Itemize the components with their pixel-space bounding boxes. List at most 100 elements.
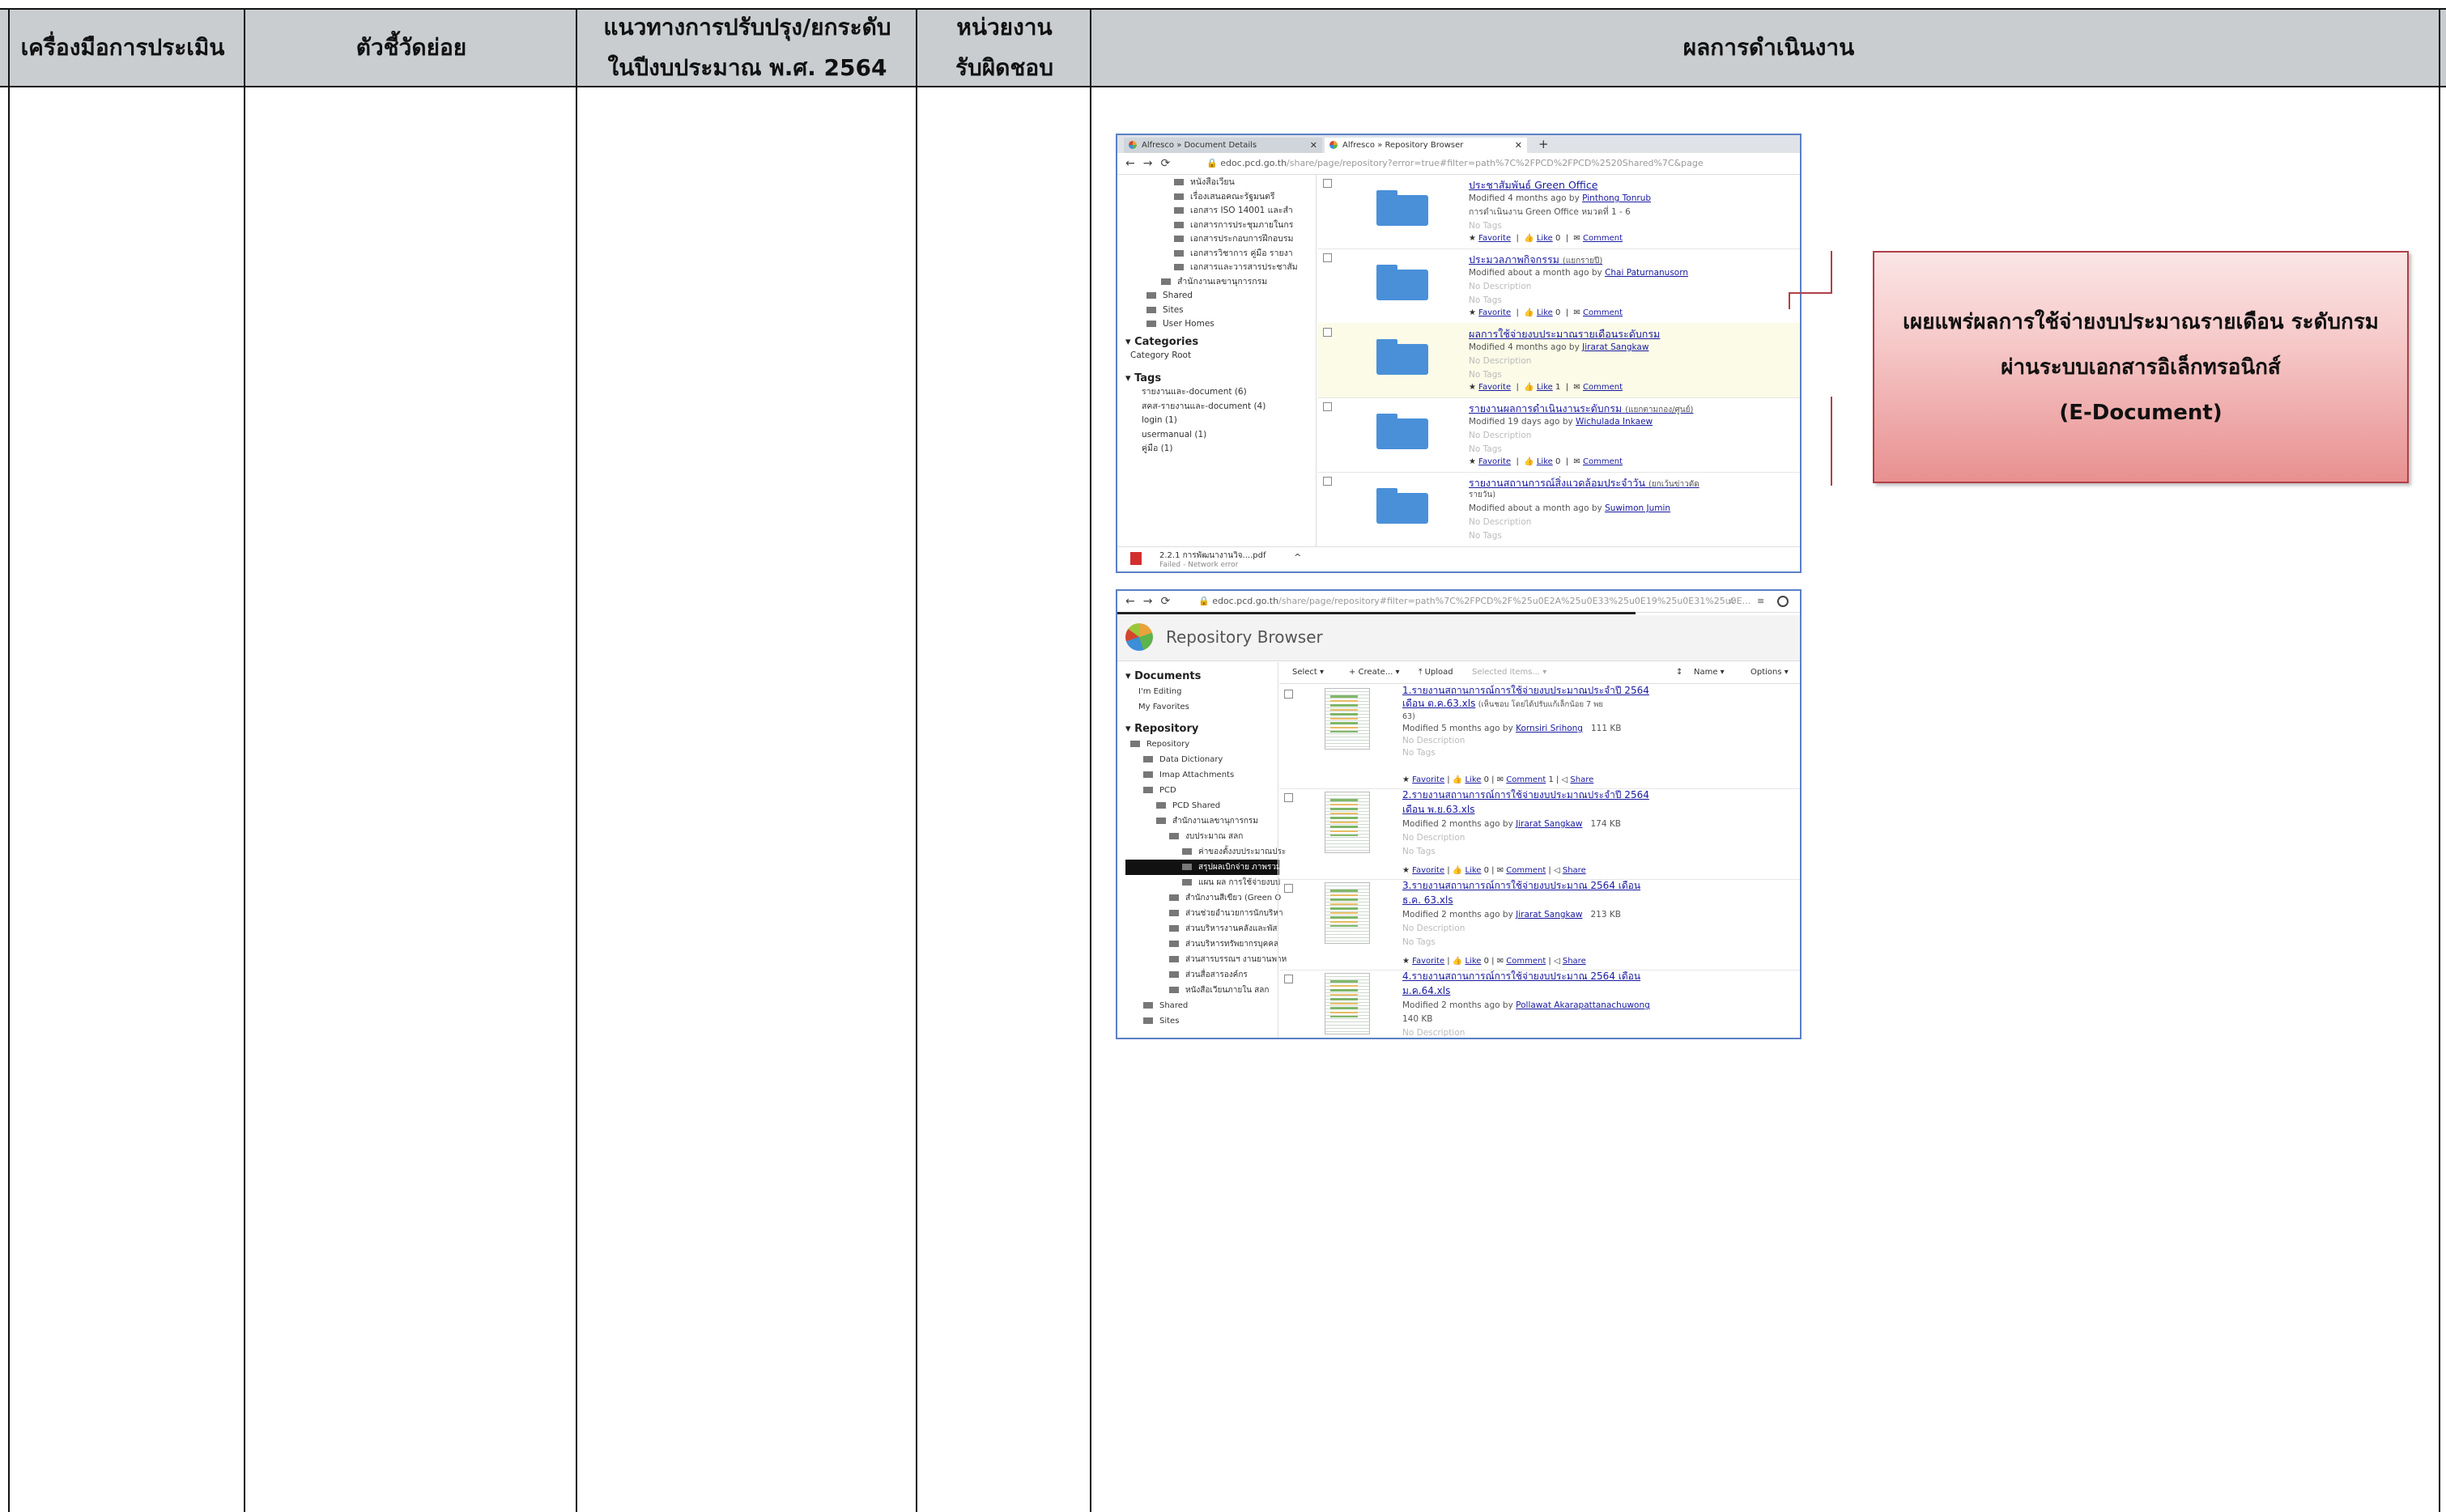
sort-menu[interactable]: Name ▾ [1694, 662, 1725, 683]
item-meta: รายวัน) Modified about a month ago by Suw… [1469, 491, 1671, 541]
documents-heading[interactable]: ▾ Documents [1125, 669, 1279, 684]
list-item[interactable]: 1.รายงานสถานการณ์การใช้จ่ายงบประมาณประจำ… [1279, 685, 1800, 789]
nav-buttons-icon[interactable]: ←→⟳ [1125, 153, 1178, 174]
item-actions[interactable]: ★ Favorite | 👍 Like 0 | ✉ Comment | ◁ Sh… [1402, 957, 1586, 966]
row-checkbox[interactable] [1323, 328, 1332, 337]
tree-item[interactable]: My Favorites [1125, 699, 1279, 715]
row-checkbox[interactable] [1284, 975, 1293, 983]
address-bar[interactable]: ←→⟳ 🔒 edoc.pcd.go.th/share/page/reposito… [1117, 591, 1800, 613]
list-item[interactable]: 3.รายงานสถานการณ์การใช้จ่ายงบประมาณ 2564… [1279, 879, 1800, 970]
tag-item[interactable]: usermanual (1) [1125, 428, 1320, 443]
tree-item[interactable]: เอกสารประกอบการฝึกอบรม [1125, 232, 1320, 247]
row-checkbox[interactable] [1284, 690, 1293, 699]
tree-item[interactable]: ส่วนบริหารทรัพยากรบุคคล [1125, 937, 1279, 952]
tree-item[interactable]: ค่าของตั้งงบประมาณประ [1125, 844, 1286, 860]
tab-repository-browser[interactable]: Alfresco » Repository Browser ✕ [1325, 138, 1527, 153]
tree-item[interactable]: User Homes [1125, 317, 1320, 332]
item-actions[interactable]: ★ Favorite | 👍 Like 0 | ✉ Comment [1469, 457, 1623, 466]
item-actions[interactable]: ★ Favorite | 👍 Like 0 | ✉ Comment [1469, 234, 1623, 243]
tree-item[interactable]: Sites [1125, 1013, 1279, 1029]
close-icon[interactable]: ✕ [1310, 138, 1317, 153]
tag-item[interactable]: login (1) [1125, 414, 1320, 428]
tree-item[interactable]: แผน ผล การใช้จ่ายงบป [1125, 875, 1280, 890]
tree-item[interactable]: เอกสารและวารสารประชาสัม [1125, 261, 1320, 275]
tree-item[interactable]: เอกสาร ISO 14001 และสำ [1125, 204, 1320, 219]
select-menu[interactable]: Select ▾ [1292, 662, 1324, 683]
tab-document-details[interactable]: Alfresco » Document Details ✕ [1124, 138, 1322, 153]
tree-item[interactable]: ส่วนบริหารงานคลังและพัส [1125, 921, 1279, 937]
star-icon[interactable]: ☆ [1728, 591, 1736, 612]
tree-item[interactable]: PCD Shared [1125, 798, 1279, 813]
tag-item[interactable]: คู่มือ (1) [1125, 442, 1320, 457]
tree-item[interactable]: I'm Editing [1125, 684, 1279, 699]
nav-buttons-icon[interactable]: ←→⟳ [1125, 591, 1178, 612]
tree-item[interactable]: เอกสารการประชุมภายในกร [1125, 219, 1320, 233]
list-item[interactable]: ประมวลภาพกิจกรรม (แยกรายปี) Modified abo… [1318, 248, 1800, 324]
category-root[interactable]: Category Root [1125, 349, 1320, 363]
item-text: 1.รายงานสถานการณ์การใช้จ่ายงบประมาณประจำ… [1402, 685, 1649, 758]
tree-item[interactable]: Sites [1125, 304, 1320, 318]
row-checkbox[interactable] [1284, 793, 1293, 802]
tag-item[interactable]: สคส-รายงานและ-document (4) [1125, 400, 1320, 414]
tree-item[interactable]: สำนักงานเลขานุการกรม [1125, 813, 1279, 829]
tag-item[interactable]: รายงานและ-document (6) [1125, 385, 1320, 400]
tree-item[interactable]: Shared [1125, 998, 1279, 1013]
table-border [576, 8, 577, 1512]
item-actions[interactable]: ★ Favorite | 👍 Like 0 | ✉ Comment | ◁ Sh… [1402, 866, 1586, 875]
create-button[interactable]: + Create... ▾ [1349, 662, 1400, 683]
tree-item[interactable]: PCD [1125, 783, 1279, 798]
tree-item[interactable]: Repository [1125, 737, 1279, 752]
list-item[interactable]: รายงานผลการดำเนินงานระดับกรม (แยกตามกอง/… [1318, 397, 1800, 473]
list-item[interactable]: 2.รายงานสถานการณ์การใช้จ่ายงบประมาณประจำ… [1279, 788, 1800, 880]
repository-heading[interactable]: ▾ Repository [1125, 721, 1279, 737]
tree-item[interactable]: หนังสือเวียนภายใน สลก [1125, 983, 1279, 998]
new-tab-icon[interactable]: + [1538, 137, 1549, 151]
reading-list-icon[interactable]: ≡ [1757, 591, 1764, 612]
upload-button[interactable]: ⤒ Upload [1419, 662, 1453, 683]
tree-item[interactable]: ส่วนช่วยอำนวยการนักบริหา [1125, 906, 1283, 921]
list-item[interactable]: 4.รายงานสถานการณ์การใช้จ่ายงบประมาณ 2564… [1279, 970, 1800, 1038]
item-title[interactable]: 2.รายงานสถานการณ์การใช้จ่ายงบประมาณประจำ… [1402, 789, 1649, 801]
item-title[interactable]: ประมวลภาพกิจกรรม (แยกรายปี) [1469, 252, 1602, 268]
item-title[interactable]: 4.รายงานสถานการณ์การใช้จ่ายงบประมาณ 2564… [1402, 970, 1640, 982]
row-checkbox[interactable] [1323, 402, 1332, 411]
tree-item[interactable]: เรื่องเสนอคณะรัฐมนตรี [1125, 190, 1320, 205]
list-item[interactable]: ผลการใช้จ่ายงบประมาณรายเดือนระดับกรม Mod… [1318, 323, 1800, 398]
tree-item[interactable]: เอกสารวิชาการ คู่มือ รายงา [1125, 247, 1320, 261]
selected-items-menu[interactable]: Selected Items... ▾ [1472, 662, 1546, 683]
address-bar[interactable]: ←→⟳ 🔒 edoc.pcd.go.th/share/page/reposito… [1117, 153, 1800, 175]
item-actions[interactable]: ★ Favorite | 👍 Like 0 | ✉ Comment [1469, 308, 1623, 317]
row-checkbox[interactable] [1323, 179, 1332, 188]
item-title[interactable]: 1.รายงานสถานการณ์การใช้จ่ายงบประมาณประจำ… [1402, 685, 1649, 696]
item-title[interactable]: รายงานผลการดำเนินงานระดับกรม (แยกตามกอง/… [1469, 401, 1693, 417]
item-title[interactable]: ผลการใช้จ่ายงบประมาณรายเดือนระดับกรม [1469, 326, 1660, 342]
tree-item[interactable]: Imap Attachments [1125, 767, 1279, 783]
tree-item[interactable]: สำนักงานสีเขียว (Green O [1125, 890, 1281, 906]
tree-item[interactable]: Shared [1125, 289, 1320, 304]
profile-icon[interactable] [1777, 596, 1789, 607]
row-checkbox[interactable] [1284, 884, 1293, 893]
chevron-up-icon[interactable]: ^ [1294, 552, 1301, 563]
row-checkbox[interactable] [1323, 477, 1332, 486]
tags-heading[interactable]: ▾ Tags [1125, 372, 1320, 386]
tree-item[interactable]: หนังสือเวียน [1125, 176, 1320, 190]
categories-heading[interactable]: ▾ Categories [1125, 335, 1320, 350]
sort-order-icon[interactable]: ↕ [1676, 662, 1682, 683]
tree-item-selected[interactable]: สรุปผลเบิกจ่าย ภาพรวม [1125, 860, 1282, 875]
tree-item[interactable]: งบประมาณ สลก [1125, 829, 1279, 844]
list-item[interactable]: รายงานสถานการณ์สิ่งแวดล้อมประจำวัน (ยกเว… [1318, 472, 1800, 541]
list-item[interactable]: ประชาสัมพันธ์ Green Office Modified 4 mo… [1318, 174, 1800, 249]
tree-item[interactable]: สำนักงานเลขานุการกรม [1125, 275, 1320, 290]
tree-item[interactable]: ส่วนสื่อสารองค์กร [1125, 967, 1279, 983]
header-text: ในปีงบประมาณ พ.ศ. 2564 [607, 54, 887, 81]
options-menu[interactable]: Options ▾ [1750, 662, 1789, 683]
item-actions[interactable]: ★ Favorite | 👍 Like 1 | ✉ Comment [1469, 383, 1623, 392]
close-icon[interactable]: ✕ [1515, 138, 1522, 153]
tree-item[interactable]: Data Dictionary [1125, 752, 1279, 767]
item-title[interactable]: ประชาสัมพันธ์ Green Office [1469, 177, 1597, 193]
item-title[interactable]: 3.รายงานสถานการณ์การใช้จ่ายงบประมาณ 2564… [1402, 880, 1640, 891]
tree-item[interactable]: ส่วนสารบรรณฯ งานยานพาห [1125, 952, 1287, 967]
item-actions[interactable]: ★ Favorite | 👍 Like 0 | ✉ Comment 1 | ◁ … [1402, 775, 1593, 784]
row-checkbox[interactable] [1323, 253, 1332, 262]
download-filename[interactable]: 2.2.1 การพัฒนางานวิจ....pdf [1159, 550, 1266, 562]
